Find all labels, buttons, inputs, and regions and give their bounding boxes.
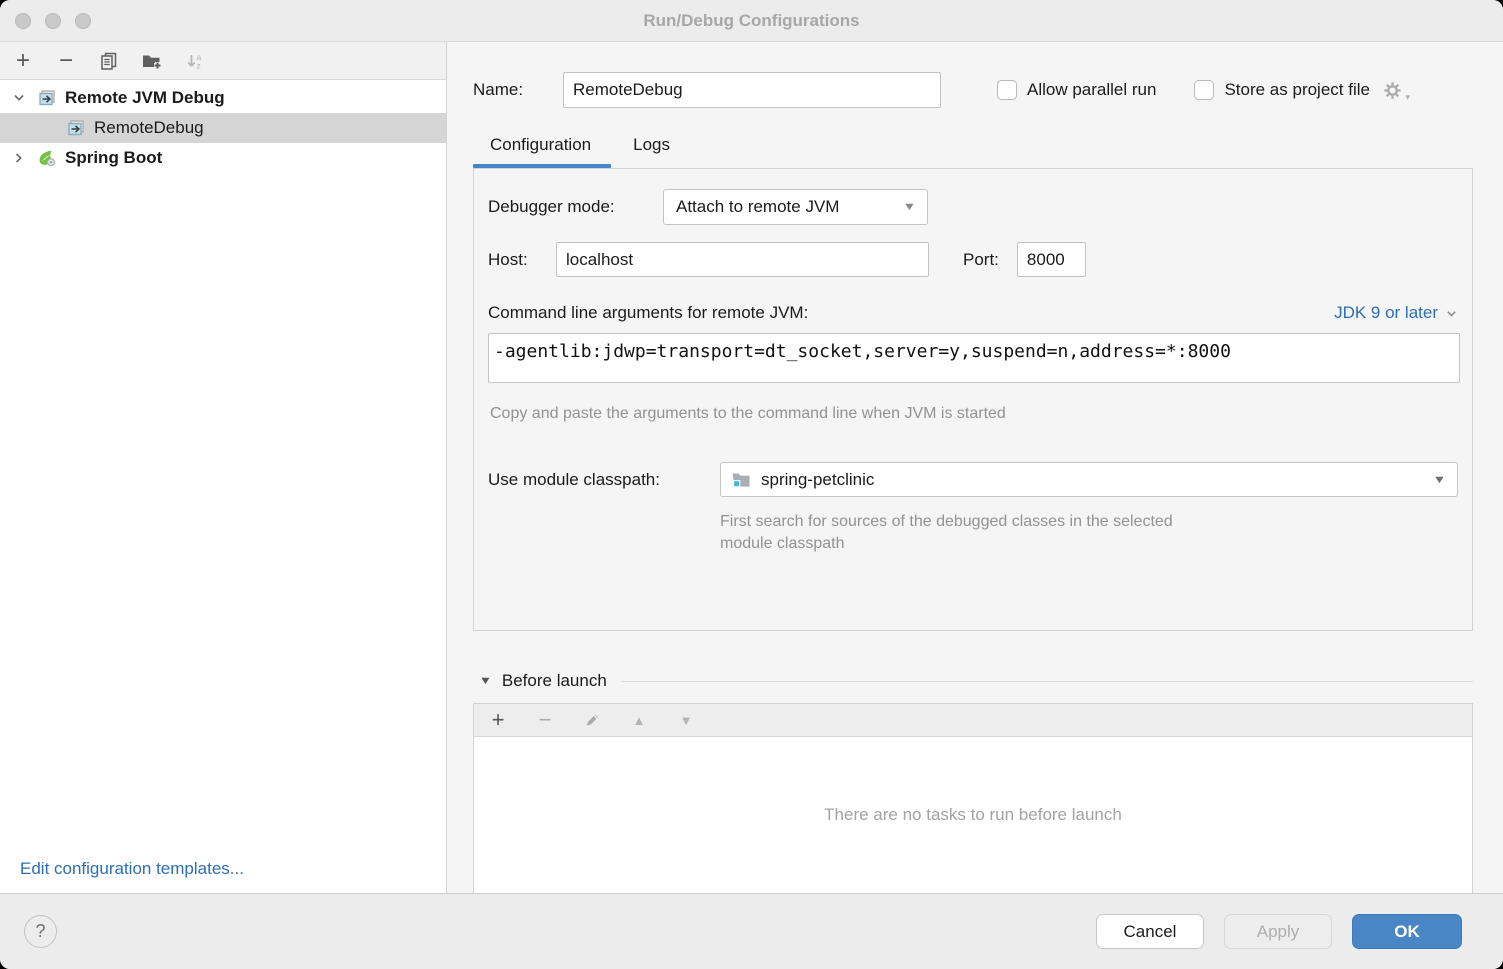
tree-item-label: Remote JVM Debug — [65, 88, 225, 108]
configurations-sidebar: + − — [0, 42, 447, 893]
window-controls — [15, 0, 91, 41]
empty-tasks-message: There are no tasks to run before launch — [824, 805, 1122, 825]
help-button[interactable]: ? — [24, 915, 57, 948]
cancel-button[interactable]: Cancel — [1096, 914, 1204, 949]
before-launch-box: + − ▲ ▼ There are no tasks to run before… — [473, 703, 1473, 893]
ok-button[interactable]: OK — [1352, 914, 1462, 949]
svg-text:z: z — [197, 60, 201, 70]
spring-boot-icon — [37, 148, 57, 168]
tab-bar: Configuration Logs — [473, 135, 1473, 168]
remote-debug-icon — [66, 118, 86, 138]
before-launch-header[interactable]: ▼ Before launch — [473, 671, 1473, 691]
jdk-version-select[interactable]: JDK 9 or later — [1334, 303, 1458, 323]
before-launch-title: Before launch — [502, 671, 607, 691]
add-configuration-icon[interactable]: + — [12, 50, 34, 72]
jdk-version-value: JDK 9 or later — [1334, 303, 1438, 323]
module-classpath-value: spring-petclinic — [761, 470, 874, 490]
store-options-gear-icon[interactable]: ▾ — [1382, 80, 1403, 101]
remove-task-icon[interactable]: − — [534, 709, 556, 731]
gear-caret-icon: ▾ — [1405, 92, 1410, 103]
move-up-icon[interactable]: ▲ — [628, 709, 650, 731]
before-launch-toolbar: + − ▲ ▼ — [474, 704, 1472, 737]
section-divider — [621, 681, 1473, 682]
debugger-mode-label: Debugger mode: — [488, 197, 663, 217]
chevron-right-icon[interactable] — [10, 151, 28, 165]
tree-item-spring-boot[interactable]: Spring Boot — [0, 143, 446, 173]
apply-button[interactable]: Apply — [1224, 914, 1332, 949]
sidebar-toolbar: + − — [0, 42, 446, 80]
name-row: Name: Allow parallel run Store as projec… — [473, 72, 1473, 108]
remove-configuration-icon[interactable]: − — [55, 50, 77, 72]
host-input[interactable] — [556, 242, 929, 277]
run-debug-configurations-dialog: Run/Debug Configurations + − — [0, 0, 1503, 969]
module-classpath-select[interactable]: spring-petclinic ▼ — [720, 462, 1458, 497]
chevron-down-icon — [1445, 307, 1458, 320]
port-label: Port: — [963, 250, 999, 270]
host-label: Host: — [488, 250, 556, 270]
sort-configurations-icon[interactable]: a z — [184, 50, 206, 72]
store-as-project-file-checkbox[interactable] — [1194, 80, 1214, 100]
debugger-mode-row: Debugger mode: Attach to remote JVM ▼ — [488, 189, 1458, 225]
tree-item-label: Spring Boot — [65, 148, 162, 168]
cmdline-hint: Copy and paste the arguments to the comm… — [488, 405, 1458, 423]
before-launch-task-list: There are no tasks to run before launch — [474, 737, 1472, 893]
configurations-tree: Remote JVM Debug RemoteDebug — [0, 80, 446, 173]
allow-parallel-run-checkbox[interactable] — [997, 80, 1017, 100]
dropdown-arrow-icon: ▼ — [1432, 474, 1446, 486]
module-classpath-hint: First search for sources of the debugged… — [720, 511, 1458, 555]
name-input[interactable] — [563, 72, 941, 108]
dialog-footer: ? Cancel Apply OK — [0, 893, 1503, 969]
cmdline-label-row: Command line arguments for remote JVM: J… — [488, 303, 1458, 323]
window-title: Run/Debug Configurations — [643, 11, 859, 31]
tree-item-label: RemoteDebug — [94, 118, 204, 138]
remote-debug-icon — [37, 88, 57, 108]
zoom-window-button[interactable] — [75, 13, 91, 29]
port-input[interactable] — [1017, 242, 1086, 277]
copy-configuration-icon[interactable] — [98, 50, 120, 72]
debugger-mode-value: Attach to remote JVM — [676, 197, 839, 217]
configuration-editor: Name: Allow parallel run Store as projec… — [447, 42, 1503, 893]
minimize-window-button[interactable] — [45, 13, 61, 29]
chevron-down-icon[interactable] — [10, 91, 28, 105]
store-as-project-file-label: Store as project file — [1224, 80, 1370, 100]
collapse-triangle-icon[interactable]: ▼ — [479, 675, 493, 687]
new-folder-icon[interactable] — [141, 50, 163, 72]
tree-item-remotedebug[interactable]: RemoteDebug — [0, 113, 446, 143]
allow-parallel-run-label: Allow parallel run — [1027, 80, 1156, 100]
add-task-icon[interactable]: + — [487, 709, 509, 731]
debugger-mode-select[interactable]: Attach to remote JVM ▼ — [663, 189, 928, 225]
module-folder-icon — [731, 471, 751, 489]
close-window-button[interactable] — [15, 13, 31, 29]
tab-configuration[interactable]: Configuration — [490, 135, 591, 168]
edit-task-pencil-icon[interactable] — [581, 709, 603, 731]
host-port-row: Host: Port: — [488, 242, 1458, 277]
name-label: Name: — [473, 80, 563, 100]
edit-configuration-templates-link[interactable]: Edit configuration templates... — [20, 859, 446, 879]
move-down-icon[interactable]: ▼ — [675, 709, 697, 731]
tree-item-remote-jvm-debug[interactable]: Remote JVM Debug — [0, 83, 446, 113]
module-classpath-label: Use module classpath: — [488, 470, 720, 490]
store-as-project-file-option[interactable]: Store as project file — [1194, 80, 1370, 100]
tab-logs[interactable]: Logs — [633, 135, 670, 168]
cmdline-arguments-input[interactable]: -agentlib:jdwp=transport=dt_socket,serve… — [488, 333, 1460, 383]
title-bar: Run/Debug Configurations — [0, 0, 1503, 42]
cmdline-label: Command line arguments for remote JVM: — [488, 303, 808, 323]
allow-parallel-run-option[interactable]: Allow parallel run — [997, 80, 1156, 100]
module-classpath-row: Use module classpath: spring-petclinic ▼ — [488, 462, 1458, 497]
dropdown-arrow-icon: ▼ — [902, 201, 916, 213]
configuration-panel: Debugger mode: Attach to remote JVM ▼ Ho… — [473, 168, 1473, 631]
